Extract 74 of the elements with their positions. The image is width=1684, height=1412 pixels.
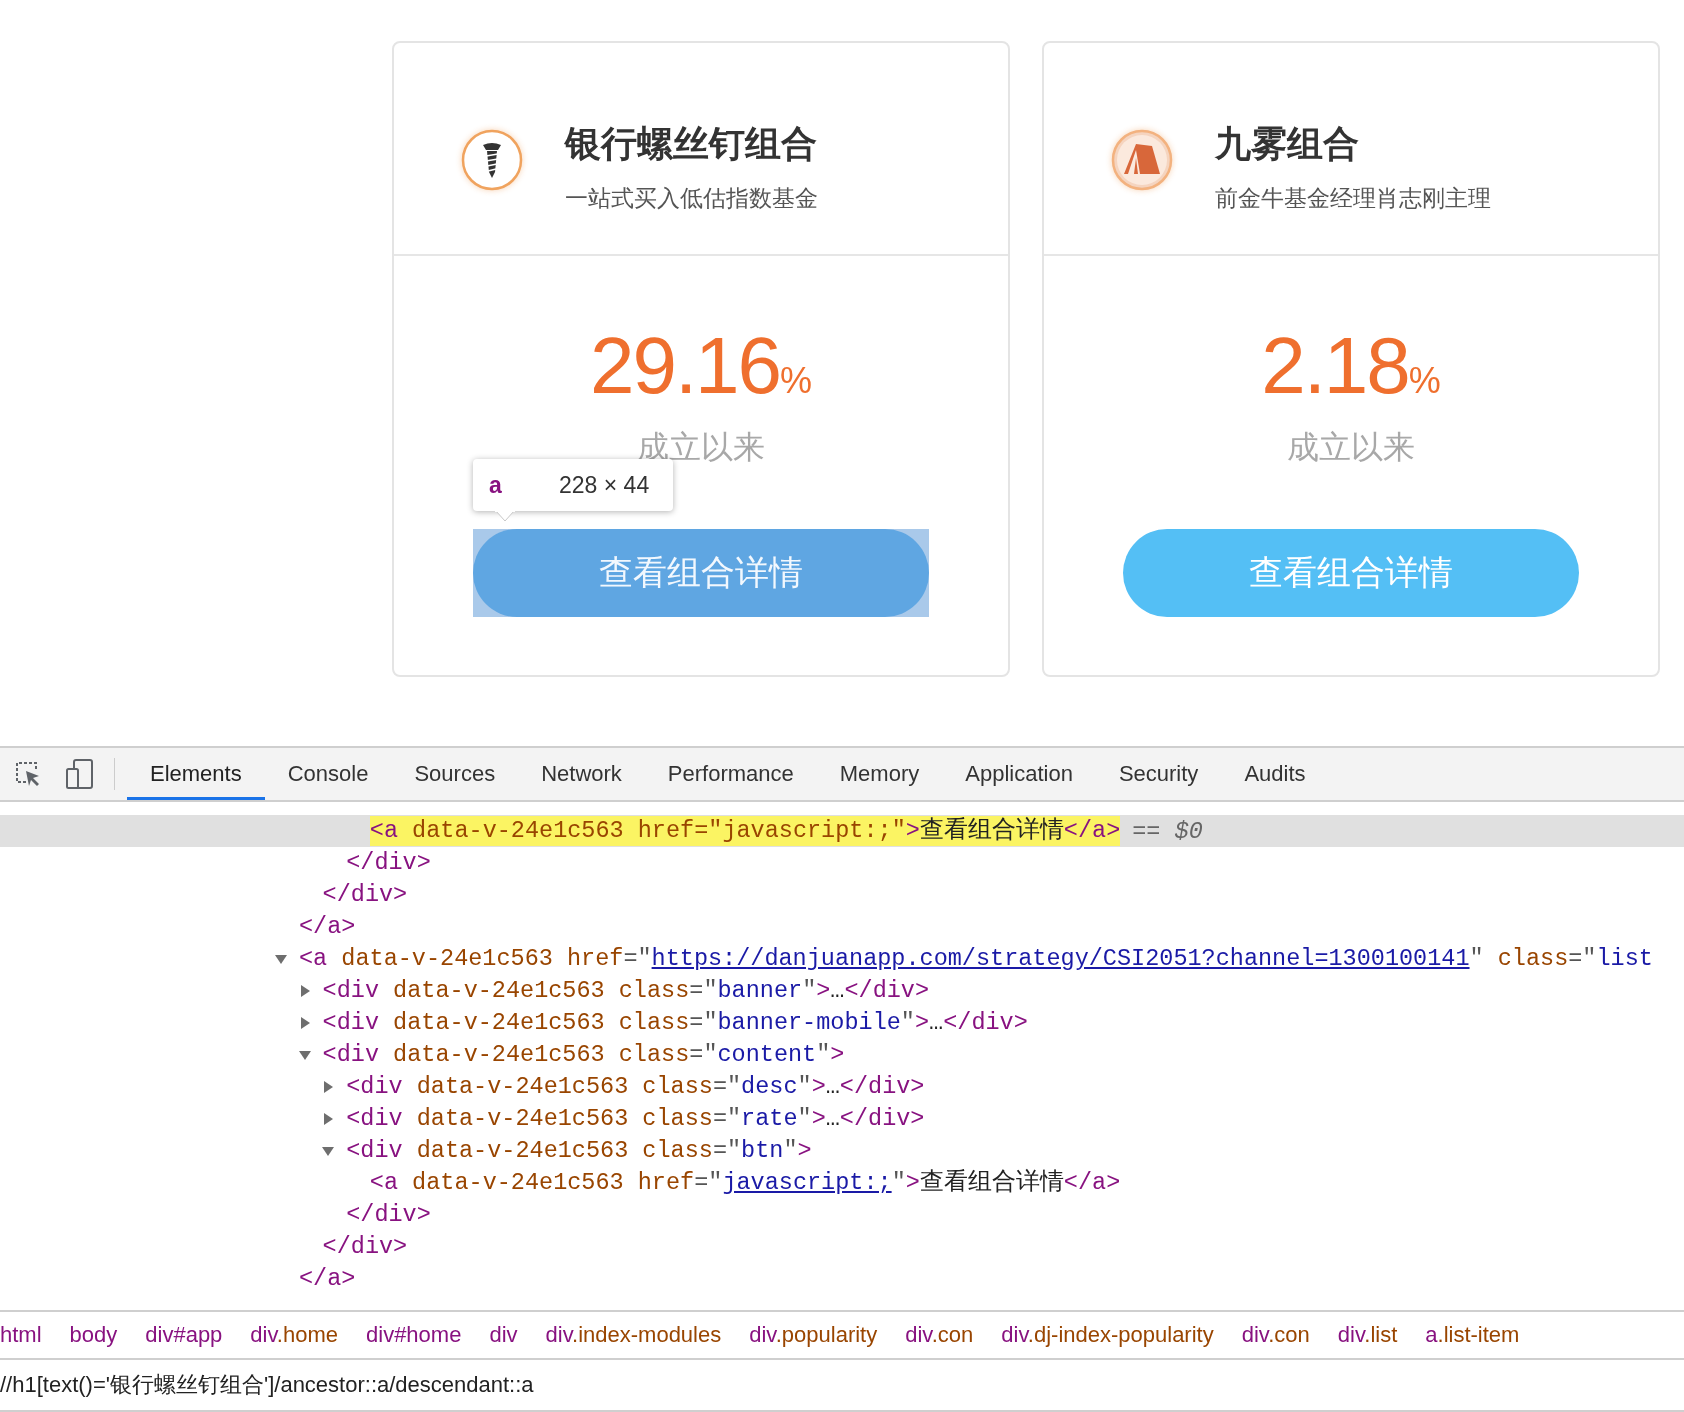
fund-subtitle: 前金牛基金经理肖志刚主理 [1215, 183, 1491, 213]
code-line[interactable]: <a data-v-24e1c563 href="javascript:;">查看组合详情</a> [0, 1167, 1684, 1199]
devtools-tab[interactable]: Elements [127, 748, 265, 800]
code-line[interactable]: <div data-v-24e1c563 class="btn"> [0, 1135, 1684, 1167]
code-text: <a data-v-24e1c563 href="javascript:;">查看组合详情</a> [369, 1168, 1121, 1198]
code-line[interactable]: </div> [0, 879, 1684, 911]
code-line[interactable]: </div> [0, 1199, 1684, 1231]
code-text: </a> [299, 912, 356, 942]
devtools-tab[interactable]: Sources [391, 748, 519, 800]
code-line[interactable]: </a> [0, 1263, 1684, 1295]
code-text: <div data-v-24e1c563 class="banner">…</div> [322, 976, 930, 1006]
breadcrumb-item[interactable]: div.home [250, 1322, 338, 1348]
breadcrumb-item[interactable]: div#home [366, 1322, 462, 1348]
code-text: </div> [346, 848, 431, 878]
code-text: </div> [322, 1232, 408, 1262]
code-text: <div data-v-24e1c563 class="banner-mobile">…</div> [322, 1008, 1028, 1038]
code-line[interactable]: </a> [0, 911, 1684, 943]
code-text: </a> [299, 1264, 356, 1294]
fund-card[interactable]: 九雾组合 前金牛基金经理肖志刚主理 2.18% 成立以来 查看组合详情 [1042, 41, 1660, 677]
code-line[interactable]: <a data-v-24e1c563 href="https://danjuanapp.com/strategy/CSI2051?channel=1300100141" class="list [0, 943, 1684, 975]
disclosure-triangle-icon[interactable] [298, 1049, 311, 1061]
code-text: <a data-v-24e1c563 href="javascript:;">查看组合详情</a> [369, 816, 1121, 846]
breadcrumb-item[interactable]: div.list [1337, 1322, 1398, 1348]
disclosure-triangle-icon[interactable] [275, 953, 287, 965]
breadcrumb-item[interactable]: div#app [145, 1322, 223, 1348]
devtools-tab[interactable]: Network [518, 748, 645, 800]
disclosure-triangle-icon[interactable] [322, 1113, 335, 1125]
code-text: <div data-v-24e1c563 class="btn"> [346, 1136, 812, 1166]
devtools-tab[interactable]: Console [264, 748, 392, 800]
code-text: <div data-v-24e1c563 class="content"> [322, 1040, 845, 1070]
return-rate: 29.16% [589, 322, 813, 412]
code-text: <div data-v-24e1c563 class="rate">…</div> [346, 1104, 925, 1134]
disclosure-triangle-icon[interactable] [298, 985, 311, 997]
tooltip-size: 228 × 44 [559, 471, 650, 499]
return-label: 成立以来 [1287, 428, 1415, 467]
tent-icon [1110, 127, 1174, 192]
breadcrumb-item[interactable]: div.popularity [749, 1322, 878, 1348]
breadcrumb-item[interactable]: a.list-item [1425, 1322, 1520, 1348]
screw-icon [460, 127, 524, 192]
code-text: </div> [322, 880, 408, 910]
code-line[interactable]: <div data-v-24e1c563 class="content"> [0, 1039, 1684, 1071]
return-rate: 2.18% [1261, 322, 1441, 412]
disclosure-triangle-icon[interactable] [322, 1145, 335, 1157]
devtools-tab[interactable]: Application [942, 748, 1096, 800]
code-line[interactable]: <div data-v-24e1c563 class="banner-mobile">…</div> [0, 1007, 1684, 1039]
devtools-tab[interactable]: Security [1095, 748, 1222, 800]
fund-title: 九雾组合 [1215, 121, 1360, 166]
breadcrumb-item[interactable]: div.dj-index-popularity [1001, 1322, 1214, 1348]
devtools-tab[interactable]: Performance [644, 748, 817, 800]
code-line[interactable]: <div data-v-24e1c563 class="rate">…</div> [0, 1103, 1684, 1135]
devtools-tab[interactable]: Memory [816, 748, 943, 800]
code-text: </div> [346, 1200, 431, 1230]
tooltip-tag: a [489, 471, 559, 499]
code-text: <a data-v-24e1c563 href="https://danjuanapp.com/strategy/CSI2051?channel=1300100141" class="list [299, 944, 1653, 974]
code-line[interactable]: </div> [0, 847, 1684, 879]
tooltip-pointer [495, 511, 515, 522]
breadcrumb-item[interactable]: div.con [1241, 1322, 1310, 1348]
fund-subtitle: 一站式买入低估指数基金 [565, 183, 818, 213]
fund-title: 银行螺丝钉组合 [565, 121, 818, 166]
disclosure-triangle-icon[interactable] [298, 1017, 311, 1029]
code-line[interactable]: <div data-v-24e1c563 class="desc">…</div> [0, 1071, 1684, 1103]
breadcrumb-item[interactable]: div [489, 1322, 518, 1348]
device-toggle-icon[interactable] [66, 759, 94, 789]
disclosure-triangle-icon[interactable] [322, 1081, 335, 1093]
code-line[interactable]: <div data-v-24e1c563 class="banner">…</div> [0, 975, 1684, 1007]
code-line[interactable]: </div> [0, 1231, 1684, 1263]
code-text: <div data-v-24e1c563 class="desc">…</div> [346, 1072, 925, 1102]
breadcrumb-item[interactable]: div.index-modules [545, 1322, 722, 1348]
breadcrumb-item[interactable]: body [69, 1322, 118, 1348]
selected-marker: == $0 [1132, 817, 1203, 845]
inspect-element-icon[interactable] [14, 760, 42, 788]
breadcrumb-item[interactable]: html [0, 1322, 42, 1348]
devtools-tab[interactable]: Audits [1221, 748, 1329, 800]
breadcrumb-item[interactable]: div.con [905, 1322, 974, 1348]
